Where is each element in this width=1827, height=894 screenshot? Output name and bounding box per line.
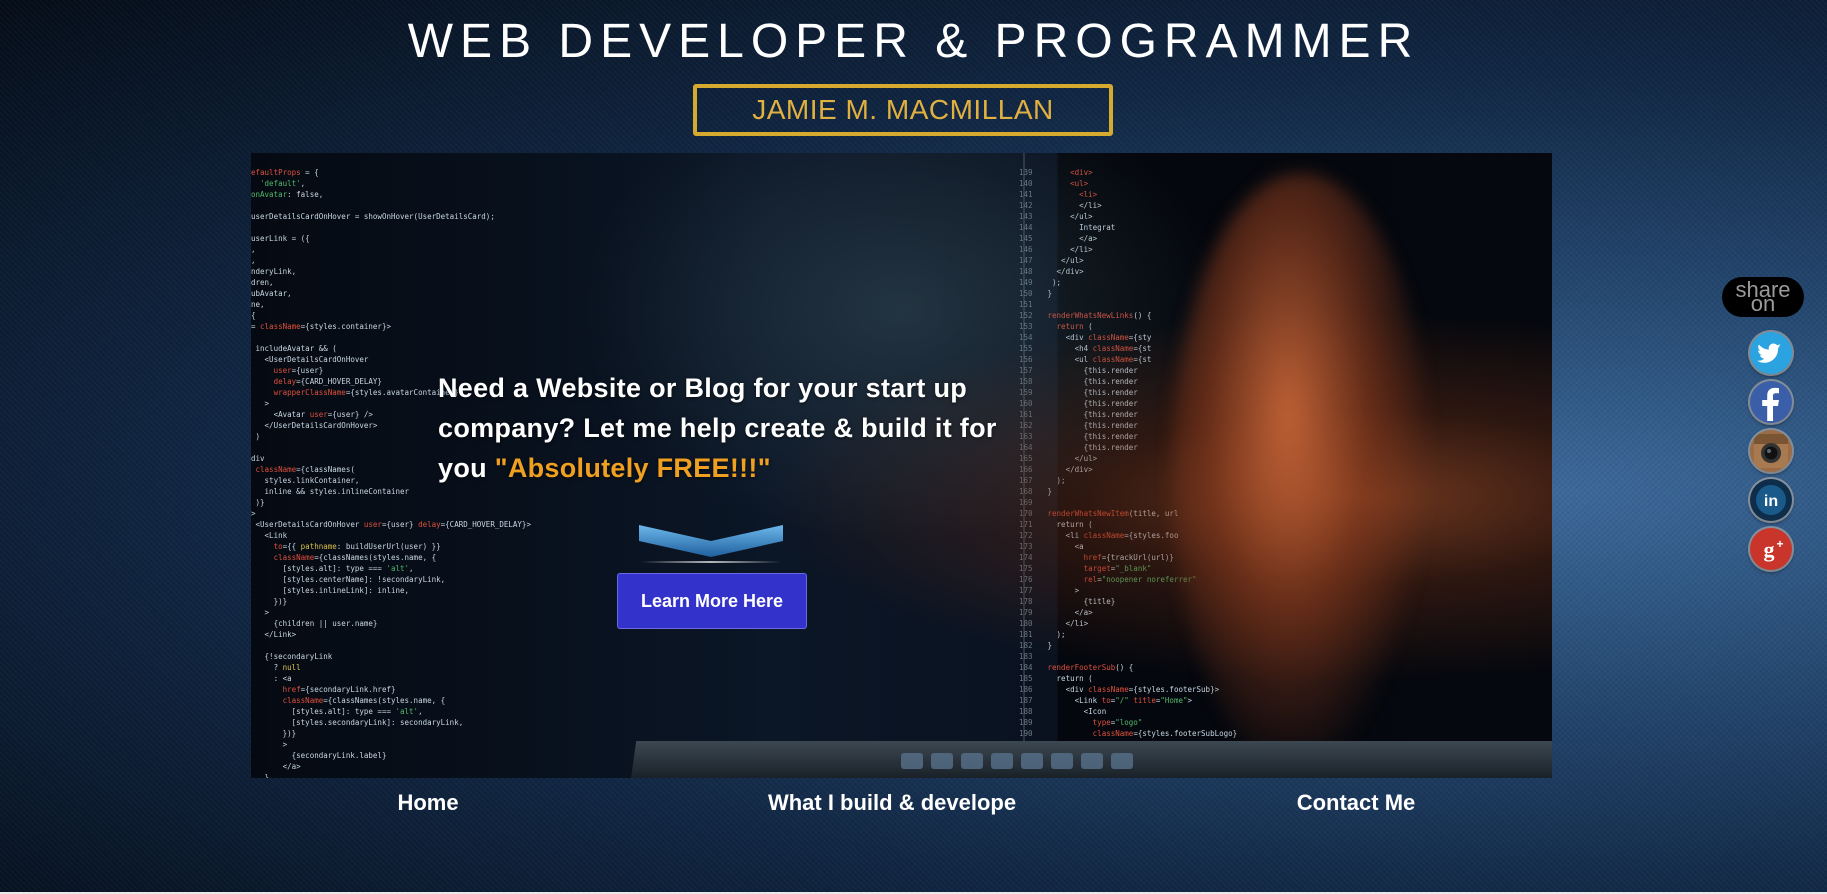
- learn-more-button[interactable]: Learn More Here: [617, 573, 807, 629]
- hero-message: Need a Website or Blog for your start up…: [438, 368, 1038, 488]
- share-label-line2: on: [1750, 291, 1776, 316]
- share-on-label: share on: [1722, 277, 1804, 317]
- blurred-person-photo: [1171, 173, 1431, 773]
- nav-item-what-i-build[interactable]: What I build & develope: [768, 790, 1016, 816]
- svg-text:+: +: [1776, 537, 1783, 551]
- author-name-badge: JAMIE M. MACMILLAN: [693, 84, 1113, 136]
- google-plus-icon[interactable]: g +: [1750, 528, 1792, 570]
- nav-item-contact[interactable]: Contact Me: [1297, 790, 1416, 816]
- hero-banner: efaultProps = { 'default', onAvatar: fal…: [251, 153, 1552, 778]
- twitter-icon[interactable]: [1750, 332, 1792, 374]
- chevron-down-icon: [639, 525, 783, 563]
- site-title: WEB DEVELOPER & PROGRAMMER: [407, 15, 1420, 68]
- facebook-icon[interactable]: [1750, 381, 1792, 423]
- svg-text:in: in: [1764, 493, 1778, 510]
- linkedin-icon[interactable]: in: [1750, 479, 1792, 521]
- nav-item-home[interactable]: Home: [397, 790, 458, 816]
- svg-text:g: g: [1764, 537, 1775, 562]
- author-name: JAMIE M. MACMILLAN: [752, 94, 1054, 125]
- free-highlight: "Absolutely FREE!!!": [494, 453, 771, 483]
- desktop-dock: [901, 753, 1133, 769]
- main-nav: Home What I build & develope Contact Me: [0, 790, 1827, 820]
- instagram-icon[interactable]: [1750, 430, 1792, 472]
